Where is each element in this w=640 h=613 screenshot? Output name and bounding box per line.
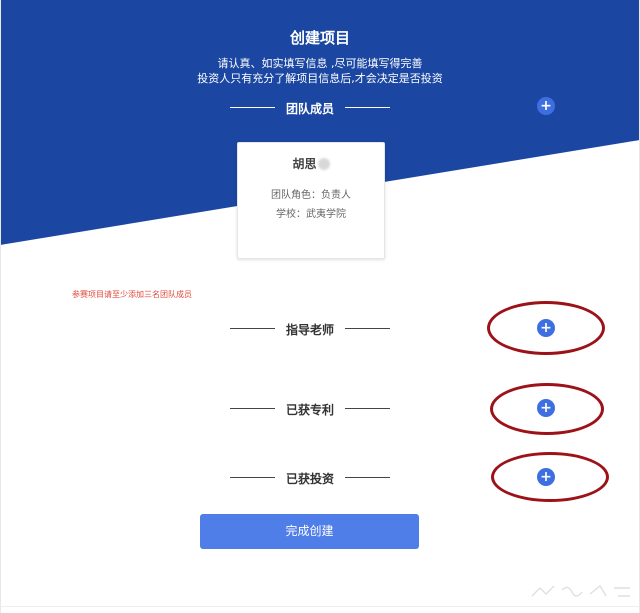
team-size-warning: 参赛项目请至少添加三名团队成员 xyxy=(72,290,192,299)
investment-section-label: 已获投资 xyxy=(285,472,334,486)
blurred-name-character xyxy=(317,158,330,170)
patent-section-label: 已获专利 xyxy=(285,403,334,417)
member-card[interactable]: 胡思 团队角色：负责人 学校：武夷学院 xyxy=(237,142,385,259)
subtitle-line-2: 投资人只有充分了解项目信息后,才会决定是否投资 xyxy=(197,72,443,85)
plus-icon: + xyxy=(540,98,552,114)
bottom-divider xyxy=(0,606,640,607)
watermark-logo xyxy=(531,584,630,597)
page-title: 创建项目 xyxy=(289,29,350,47)
finish-create-button[interactable]: 完成创建 xyxy=(200,514,419,549)
team-divider-right xyxy=(345,107,390,108)
patent-divider-right xyxy=(345,408,390,409)
member-name: 胡思 xyxy=(292,157,317,171)
add-team-member-button[interactable]: + xyxy=(537,97,555,115)
member-name-row: 胡思 xyxy=(238,155,384,172)
annotation-circle-patent xyxy=(490,383,604,435)
mentor-section-label: 指导老师 xyxy=(285,323,334,337)
subtitle-line-1: 请认真、如实填写信息 ,尽可能填写得完善 xyxy=(217,57,423,70)
member-role: 团队角色：负责人 xyxy=(271,190,351,201)
investment-divider-right xyxy=(345,477,390,478)
team-section-label: 团队成员 xyxy=(285,102,334,116)
annotation-circle-investment xyxy=(491,452,609,502)
mentor-divider-right xyxy=(345,328,390,329)
member-school: 学校：武夷学院 xyxy=(276,209,346,220)
annotation-circle-mentor xyxy=(487,301,605,355)
